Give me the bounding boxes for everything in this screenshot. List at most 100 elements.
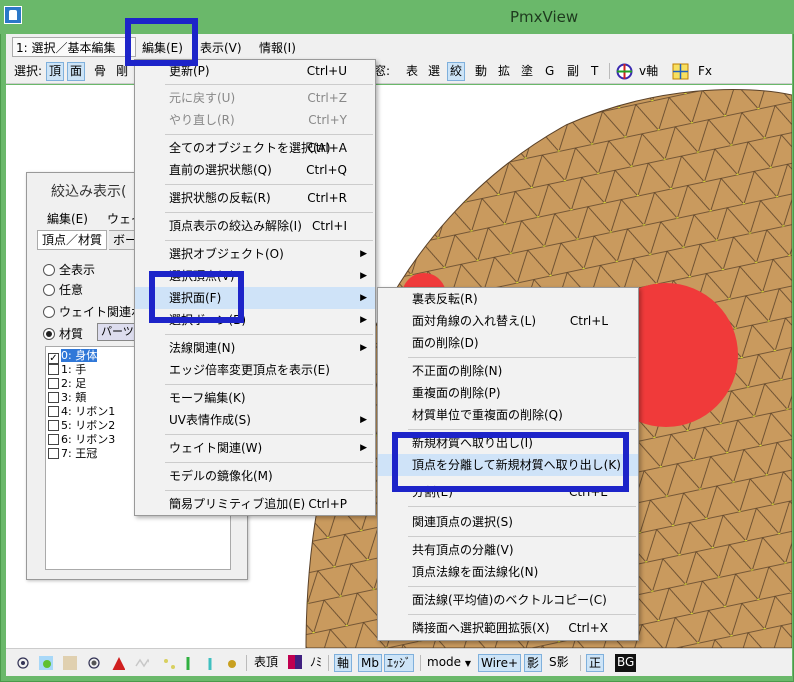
submenu-item-copy-normal-vector[interactable]: 面法線(平均値)のベクトルコピー(C) xyxy=(378,589,638,611)
parts-filter-button[interactable]: パーツ絞 xyxy=(97,323,137,341)
tb-display[interactable]: 表 xyxy=(404,62,420,81)
submenu-item-select-related-vertices[interactable]: 関連頂点の選択(S) xyxy=(378,511,638,533)
nomi-toggle[interactable]: ﾉﾐ xyxy=(308,654,324,672)
menu-separator xyxy=(165,84,373,85)
submenu-item-delete-face[interactable]: 面の削除(D) xyxy=(378,332,638,354)
tb-bone-toggle[interactable]: 骨 xyxy=(92,62,108,81)
list-item[interactable]: 1: 手 xyxy=(48,363,86,376)
menu-item-mirror-model[interactable]: モデルの鏡像化(M) xyxy=(135,465,375,487)
face-mode-icon[interactable] xyxy=(63,656,77,670)
tb-sub[interactable]: 副 xyxy=(565,62,581,81)
menu-item-morph-edit[interactable]: モーフ編集(K) xyxy=(135,387,375,409)
menu-item-selected-bone[interactable]: 選択ボーン(B) ▶ xyxy=(135,309,375,331)
tb-paint[interactable]: 塗 xyxy=(519,62,535,81)
menu-item-edge-scale-vertices[interactable]: エッジ倍率変更頂点を表示(E) xyxy=(135,359,375,381)
tb-vertex-toggle[interactable]: 頂 xyxy=(46,62,65,81)
checkbox[interactable] xyxy=(48,364,59,375)
front-view-toggle[interactable]: 正 xyxy=(586,654,605,672)
submenu-item-vertex-normal-to-face[interactable]: 頂点法線を面法線化(N) xyxy=(378,561,638,583)
vertex-mode-icon[interactable] xyxy=(39,656,53,670)
mode-select[interactable]: 1: 選択／基本編集 xyxy=(12,37,136,57)
radio-material[interactable]: 材質 xyxy=(43,325,83,342)
list-item[interactable]: 6: リボン3 xyxy=(48,433,115,446)
mode-dropdown[interactable]: mode ▼ xyxy=(425,654,473,672)
list-item[interactable]: 4: リボン1 xyxy=(48,405,115,418)
submenu-item-expand-selection[interactable]: 隣接面へ選択範囲拡張(X) Ctrl+X xyxy=(378,617,638,639)
checkbox[interactable] xyxy=(48,434,59,445)
tb-face-toggle[interactable]: 面 xyxy=(67,62,86,81)
checkbox[interactable] xyxy=(48,420,59,431)
menu-view[interactable]: 表示(V) xyxy=(200,39,242,56)
list-item[interactable]: 3: 頬 xyxy=(48,391,86,404)
list-item[interactable]: 2: 足 xyxy=(48,377,86,390)
wire-toggle[interactable]: Wire+ xyxy=(478,654,522,672)
crosshair-icon[interactable] xyxy=(616,63,633,80)
title-bar[interactable]: PmxView xyxy=(0,0,794,34)
menu-item-redo[interactable]: やり直し(R) Ctrl+Y xyxy=(135,109,375,131)
record-icon[interactable] xyxy=(87,656,101,670)
submenu-item-flip[interactable]: 裏表反転(R) xyxy=(378,288,638,310)
submenu-item-split[interactable]: 分割(E) Ctrl+E xyxy=(378,481,638,503)
submenu-item-delete-duplicate[interactable]: 重複面の削除(P) xyxy=(378,382,638,404)
checkbox[interactable] xyxy=(48,378,59,389)
menu-item-shortcut: Ctrl+Y xyxy=(308,113,347,127)
list-item[interactable]: ✓ 0: 身体 xyxy=(48,349,98,364)
tab-vertex-material[interactable]: 頂点／材質 xyxy=(37,230,108,250)
submenu-item-separate-extract[interactable]: 頂点を分離して新規材質へ取り出し(K) xyxy=(378,454,638,476)
menu-edit[interactable]: 編集(E) xyxy=(142,39,183,56)
grid-icon[interactable] xyxy=(672,63,689,80)
menu-item-selected-face[interactable]: 選択面(F) ▶ xyxy=(135,287,375,309)
checkbox[interactable] xyxy=(48,448,59,459)
tb-scale[interactable]: 拡 xyxy=(496,62,512,81)
wave-icon[interactable] xyxy=(135,656,149,670)
tb-select[interactable]: 選 xyxy=(426,62,442,81)
list-item[interactable]: 5: リボン2 xyxy=(48,419,115,432)
dots-icon[interactable] xyxy=(162,656,176,670)
submenu-item-separate-shared-vertices[interactable]: 共有頂点の分離(V) xyxy=(378,539,638,561)
menu-item-selected-vertex[interactable]: 選択頂点(V) ▶ xyxy=(135,265,375,287)
color-swatch-icon[interactable] xyxy=(288,655,302,669)
tb-rigid-toggle[interactable]: 剛 xyxy=(114,62,130,81)
menu-item-selected-object[interactable]: 選択オブジェクト(O) ▶ xyxy=(135,243,375,265)
shadow-toggle[interactable]: 影 xyxy=(524,654,543,672)
checkbox[interactable] xyxy=(48,406,59,417)
menu-item-clear-vertex-filter[interactable]: 頂点表示の絞込み解除(I) Ctrl+I xyxy=(135,215,375,237)
joint-icon[interactable] xyxy=(225,656,239,670)
background-toggle[interactable]: BG xyxy=(615,654,637,672)
mb-toggle[interactable]: Mb xyxy=(358,654,382,672)
display-vertex-toggle[interactable]: 表頂 xyxy=(252,654,280,672)
app-icon[interactable] xyxy=(4,6,22,24)
checkbox[interactable] xyxy=(48,392,59,403)
menu-item-update[interactable]: 更新(P) Ctrl+U xyxy=(135,60,375,82)
submenu-item-extract-new-material[interactable]: 新規材質へ取り出し(I) xyxy=(378,432,638,454)
menu-item-weight[interactable]: ウェイト関連(W) ▶ xyxy=(135,437,375,459)
radio-arbitrary[interactable]: 任意 xyxy=(43,281,83,298)
tb-move[interactable]: 動 xyxy=(473,62,489,81)
menu-item-add-primitive[interactable]: 簡易プリミティブ追加(E) Ctrl+P xyxy=(135,493,375,515)
tb-g[interactable]: G xyxy=(543,62,556,81)
menu-item-normals[interactable]: 法線関連(N) ▶ xyxy=(135,337,375,359)
self-shadow-toggle[interactable]: S影 xyxy=(547,654,571,672)
bone-icon[interactable] xyxy=(181,656,195,670)
warning-triangle-icon[interactable] xyxy=(111,656,125,670)
submenu-item-delete-invalid[interactable]: 不正面の削除(N) xyxy=(378,360,638,382)
tb-v-axis[interactable]: v軸 xyxy=(637,62,660,81)
menu-item-select-all[interactable]: 全てのオブジェクトを選択(A) Ctrl+A xyxy=(135,137,375,159)
menu-item-uv-morph[interactable]: UV表情作成(S) ▶ xyxy=(135,409,375,431)
submenu-item-swap-diagonal[interactable]: 面対角線の入れ替え(L) Ctrl+L xyxy=(378,310,638,332)
target-icon[interactable] xyxy=(16,656,30,670)
panel-menu-edit[interactable]: 編集(E) xyxy=(47,210,88,227)
edge-toggle[interactable]: ｴｯｼﾞ xyxy=(384,654,415,672)
menu-item-invert-selection[interactable]: 選択状態の反転(R) Ctrl+R xyxy=(135,187,375,209)
rigid-icon[interactable] xyxy=(203,656,217,670)
list-item[interactable]: 7: 王冠 xyxy=(48,447,97,460)
tb-fx[interactable]: Fx xyxy=(696,62,714,81)
axis-toggle[interactable]: 軸 xyxy=(334,654,353,672)
radio-show-all[interactable]: 全表示 xyxy=(43,261,95,278)
submenu-item-delete-duplicate-per-material[interactable]: 材質単位で重複面の削除(Q) xyxy=(378,404,638,426)
menu-item-previous-selection[interactable]: 直前の選択状態(Q) Ctrl+Q xyxy=(135,159,375,181)
menu-item-undo[interactable]: 元に戻す(U) Ctrl+Z xyxy=(135,87,375,109)
menu-info[interactable]: 情報(I) xyxy=(259,39,296,56)
tb-t[interactable]: T xyxy=(589,62,600,81)
tb-filter[interactable]: 絞 xyxy=(447,62,466,81)
